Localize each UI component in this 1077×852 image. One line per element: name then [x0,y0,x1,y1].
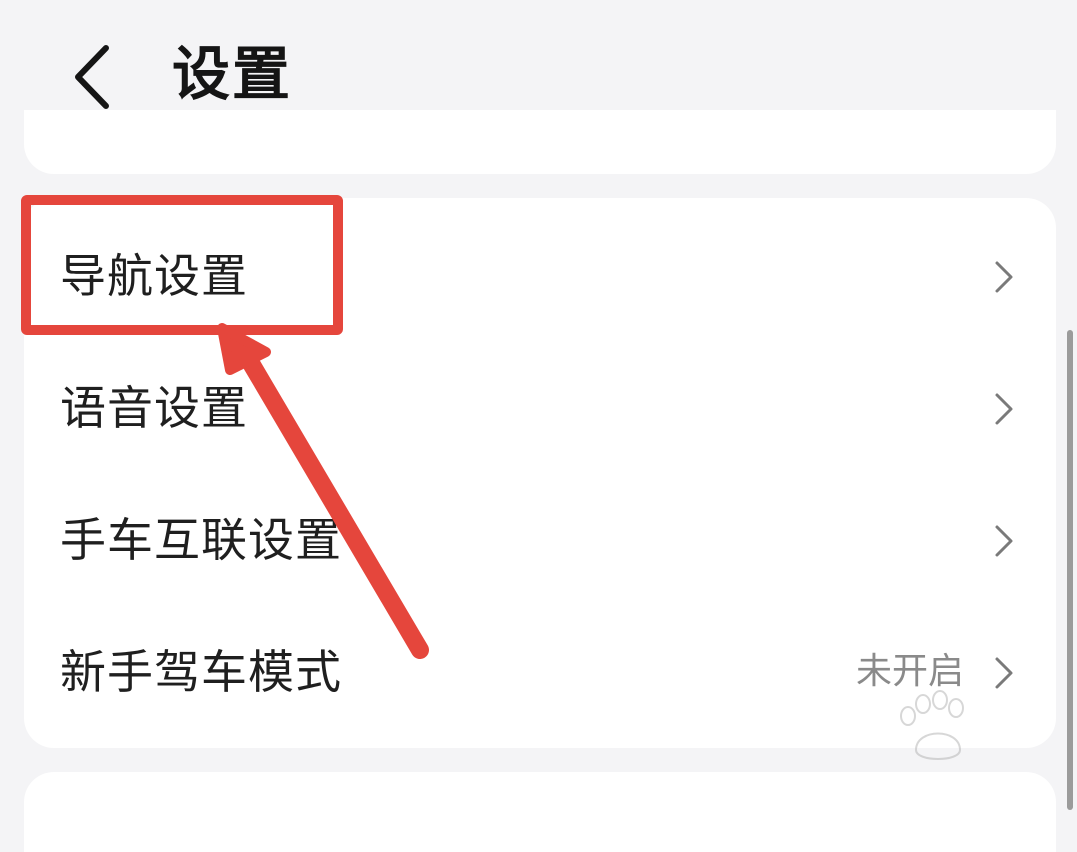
chevron-right-icon [995,657,1013,689]
scrollbar[interactable] [1067,330,1073,810]
page-title: 设置 [172,40,293,108]
back-button[interactable] [64,40,124,110]
settings-item-novice-driving-mode[interactable]: 新手驾车模式 未开启 [24,606,1056,738]
settings-item-label: 语音设置 [60,381,248,435]
chevron-left-icon [75,45,109,109]
settings-item-phone-car-link[interactable]: 手车互联设置 [24,474,1056,606]
settings-card-next [24,772,1056,852]
settings-item-navigation[interactable]: 导航设置 [24,210,1056,342]
chevron-right-icon [995,525,1013,557]
settings-item-voice[interactable]: 语音设置 [24,342,1056,474]
chevron-right-icon [995,261,1013,293]
settings-card: 导航设置 语音设置 手车互联设置 新手驾车模式 未开启 [24,198,1056,748]
settings-item-label: 手车互联设置 [60,513,342,567]
settings-item-value: 未开启 [855,651,964,692]
settings-item-label: 新手驾车模式 [60,645,342,699]
settings-item-label: 导航设置 [60,249,248,303]
chevron-right-icon [995,393,1013,425]
settings-card-previous [24,110,1056,174]
